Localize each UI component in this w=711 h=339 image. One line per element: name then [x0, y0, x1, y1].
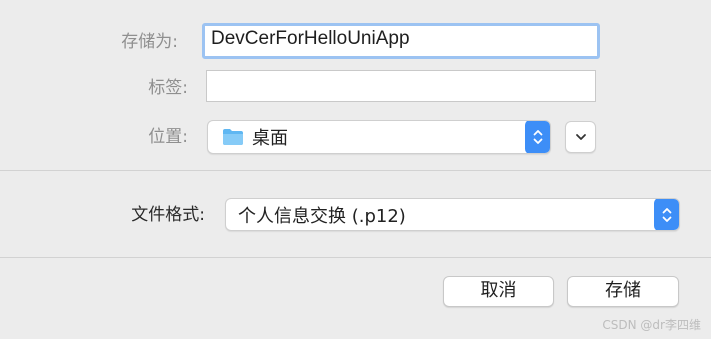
location-value: 桌面 [252, 128, 288, 149]
location-stepper[interactable] [525, 121, 550, 153]
file-format-label: 文件格式: [131, 205, 205, 225]
expand-button[interactable] [565, 121, 596, 153]
tags-label: 标签: [148, 78, 188, 98]
save-button[interactable]: 存储 [567, 276, 679, 307]
cancel-button[interactable]: 取消 [443, 276, 554, 307]
folder-icon [222, 128, 244, 146]
save-as-field[interactable]: DevCerForHelloUniApp [202, 23, 600, 59]
divider-bottom [0, 257, 711, 258]
location-popup[interactable]: 桌面 [207, 120, 551, 154]
save-dialog: 存储为: DevCerForHelloUniApp 标签: 位置: 桌面 文件格… [0, 0, 711, 339]
file-format-value: 个人信息交换 (.p12) [238, 205, 406, 227]
divider-top [0, 170, 711, 171]
up-down-chevron-icon [533, 130, 543, 144]
tags-field[interactable] [206, 70, 596, 102]
up-down-chevron-icon [662, 207, 672, 222]
file-format-stepper[interactable] [654, 199, 679, 230]
file-format-popup[interactable]: 个人信息交换 (.p12) [225, 198, 680, 231]
save-as-label: 存储为: [121, 32, 178, 52]
location-label: 位置: [148, 127, 188, 147]
watermark: CSDN @dr李四维 [602, 318, 701, 332]
chevron-down-icon [575, 134, 586, 140]
